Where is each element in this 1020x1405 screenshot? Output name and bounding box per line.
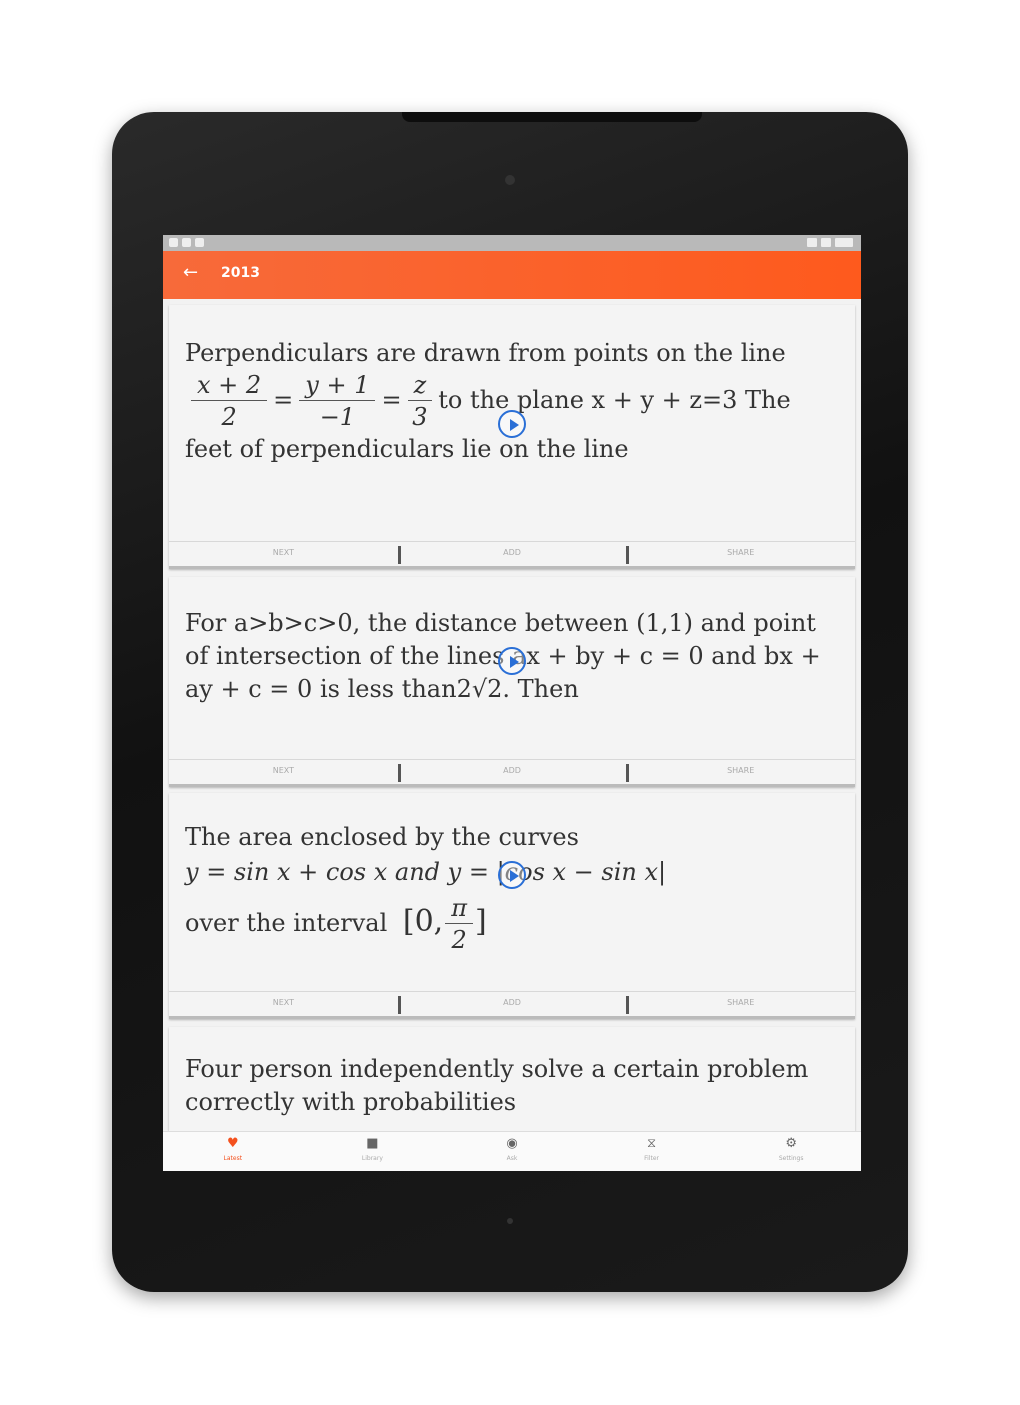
question-card[interactable]: The area enclosed by the curves y = sin … <box>169 793 855 1019</box>
filter-icon: ⧖ <box>647 1136 657 1151</box>
question-line: over the interval [0, π 2] <box>185 893 835 956</box>
home-sensor <box>507 1218 513 1224</box>
card-actions: NEXT ADD SHARE <box>169 991 855 1019</box>
notification-icon <box>182 238 191 247</box>
question-line: The area enclosed by the curves <box>185 823 579 851</box>
question-text-part: Perpendiculars are drawn from points on … <box>185 339 786 367</box>
numerator: x + 2 <box>191 370 268 401</box>
next-button[interactable]: NEXT <box>169 760 398 784</box>
card-actions: NEXT ADD SHARE <box>169 541 855 569</box>
add-button[interactable]: ADD <box>397 760 627 784</box>
share-button[interactable]: SHARE <box>626 542 855 566</box>
play-icon[interactable] <box>498 410 526 438</box>
notification-icon <box>169 238 178 247</box>
bottom-navigation: ♥ Latest ■ Library ◉ Ask ⧖ Filter ⚙ Sett… <box>163 1131 861 1171</box>
interval-bracket: ] <box>475 904 487 939</box>
denominator: 3 <box>412 403 428 431</box>
clock-icon <box>835 238 853 247</box>
nav-latest[interactable]: ♥ Latest <box>163 1132 303 1171</box>
fraction: y + 1 −1 <box>299 370 376 433</box>
nav-label: Library <box>361 1155 383 1162</box>
next-button[interactable]: NEXT <box>169 992 398 1016</box>
fraction: x + 22 <box>191 370 268 433</box>
nav-ask[interactable]: ◉ Ask <box>442 1132 582 1171</box>
add-button[interactable]: ADD <box>397 992 627 1016</box>
denominator: −1 <box>319 403 356 431</box>
book-icon: ■ <box>366 1136 379 1151</box>
question-card[interactable]: Perpendiculars are drawn from points on … <box>169 305 855 569</box>
nav-label: Latest <box>223 1155 243 1162</box>
status-bar <box>163 235 861 251</box>
question-text-part: over the interval <box>185 909 388 937</box>
equals: = <box>381 386 402 414</box>
numerator: π <box>445 893 473 924</box>
battery-icon <box>821 238 831 247</box>
share-button[interactable]: SHARE <box>626 992 855 1016</box>
wifi-icon <box>807 238 817 247</box>
nav-label: Ask <box>506 1155 518 1162</box>
question-card[interactable]: For a>b>c>0, the distance between (1,1) … <box>169 577 855 787</box>
back-arrow-icon[interactable]: ← <box>183 261 198 285</box>
screen: ← 2013 Perpendiculars are drawn from poi… <box>163 235 861 1171</box>
play-icon[interactable] <box>498 647 526 675</box>
nav-label: Settings <box>778 1155 804 1162</box>
denominator: 2 <box>451 926 467 954</box>
add-button[interactable]: ADD <box>397 542 627 566</box>
equals: = <box>273 386 294 414</box>
interval-bracket: [0, <box>402 904 444 939</box>
camera <box>505 175 515 185</box>
chat-icon: ◉ <box>506 1136 518 1151</box>
nav-filter[interactable]: ⧖ Filter <box>582 1132 722 1171</box>
heart-icon: ♥ <box>226 1136 239 1151</box>
share-button[interactable]: SHARE <box>626 760 855 784</box>
fraction: z3 <box>407 370 433 433</box>
numerator: z <box>407 370 433 401</box>
next-button[interactable]: NEXT <box>169 542 398 566</box>
gear-icon: ⚙ <box>785 1136 797 1151</box>
play-icon[interactable] <box>498 861 526 889</box>
card-actions: NEXT ADD SHARE <box>169 759 855 787</box>
nav-label: Filter <box>644 1155 659 1162</box>
fraction: π2 <box>445 893 473 956</box>
page-title: 2013 <box>221 265 260 281</box>
app-bar: ← 2013 <box>163 251 861 299</box>
nav-settings[interactable]: ⚙ Settings <box>721 1132 861 1171</box>
question-text: Perpendiculars are drawn from points on … <box>185 337 835 466</box>
numerator: y + 1 <box>299 370 376 401</box>
notification-icon <box>195 238 204 247</box>
denominator: 2 <box>221 403 237 431</box>
question-text: Four person independently solve a certai… <box>185 1055 809 1116</box>
nav-library[interactable]: ■ Library <box>303 1132 443 1171</box>
